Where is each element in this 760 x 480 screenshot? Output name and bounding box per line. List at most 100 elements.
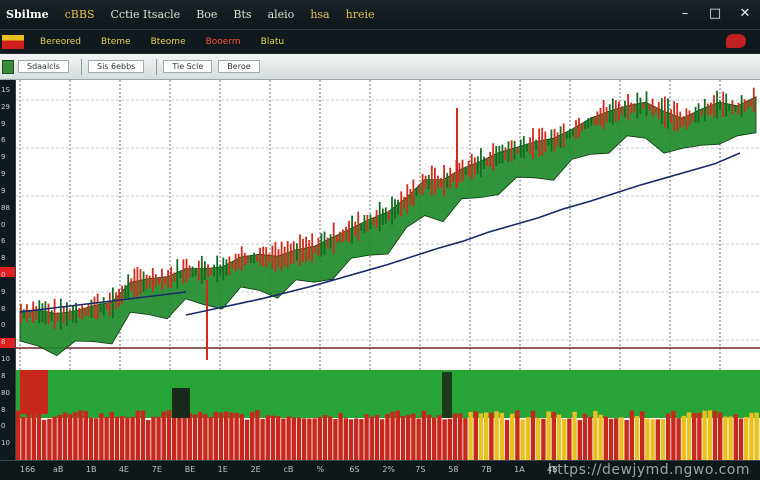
chart-color-swatch-icon[interactable]	[2, 34, 24, 49]
price-candle	[458, 162, 461, 183]
price-candle	[32, 301, 35, 323]
volume-bar	[577, 420, 582, 460]
price-candle	[372, 217, 375, 226]
time-tick-label: aB	[52, 465, 64, 474]
price-tick-label: 0	[1, 271, 6, 279]
price-candle	[145, 274, 148, 289]
toolbar-item-3[interactable]: Bteome	[141, 37, 196, 47]
price-candle	[397, 199, 399, 215]
volume-bar	[120, 416, 125, 460]
volume-band	[16, 370, 760, 418]
price-candle	[151, 268, 154, 292]
indicator-field[interactable]: Beroe	[218, 60, 260, 73]
price-candle	[148, 275, 151, 288]
price-candle	[231, 262, 234, 269]
price-candle	[694, 106, 697, 123]
title-bar: Sbilme cBBS Cctie Itsacle Boe Bts aleio …	[0, 0, 760, 30]
price-candle	[636, 92, 639, 119]
time-tick-label: 6S	[349, 465, 360, 474]
price-candle	[529, 137, 531, 155]
price-candle	[621, 106, 623, 116]
close-panel-icon[interactable]	[726, 34, 746, 48]
price-candle	[320, 233, 323, 257]
price-candle	[516, 147, 519, 154]
price-candle	[191, 266, 194, 277]
menu-item-6[interactable]: aleio	[260, 8, 303, 21]
menu-item-7[interactable]: hsa	[302, 8, 337, 21]
menu-item-8[interactable]: hreie	[338, 8, 383, 21]
volume-bar	[73, 412, 78, 460]
price-candle	[427, 175, 430, 190]
price-candle	[213, 264, 215, 277]
volume-bar	[359, 419, 364, 460]
price-tick-label: 80	[1, 388, 10, 397]
close-icon[interactable]: ✕	[738, 7, 752, 21]
volume-bar	[291, 417, 296, 460]
volume-bar	[338, 413, 343, 460]
price-candle	[302, 238, 304, 262]
period-field[interactable]: Sis 6ebbs	[87, 60, 145, 73]
volume-bar	[208, 417, 213, 460]
price-candle	[731, 100, 734, 115]
price-candle	[627, 94, 629, 121]
volume-bar	[603, 416, 608, 460]
price-candle	[326, 237, 329, 249]
toolbar-item-2[interactable]: Bteme	[91, 37, 141, 47]
price-candle	[259, 247, 261, 266]
price-candle	[197, 260, 200, 281]
price-candle	[498, 145, 501, 164]
volume-bar	[369, 416, 374, 460]
price-candle	[96, 293, 99, 320]
price-tick-label: 0	[1, 220, 6, 229]
price-tick-label: 10	[1, 439, 10, 448]
price-candle	[329, 234, 332, 249]
watermark-text: https://dewjymd.ngwo.com	[547, 462, 750, 478]
menu-item-2[interactable]: cBBS	[57, 8, 103, 21]
menu-item-file[interactable]: Sbilme	[0, 8, 57, 21]
volume-bar	[26, 411, 31, 460]
price-candle	[437, 175, 439, 189]
price-candle	[280, 241, 283, 271]
volume-bar	[666, 413, 671, 460]
toolbar-item-1[interactable]: Bereored	[30, 37, 91, 47]
price-candle	[685, 108, 688, 130]
volume-bar	[510, 413, 515, 460]
volume-bar	[296, 417, 302, 460]
volume-bar	[250, 412, 255, 460]
toolbar-item-4[interactable]: Booerm	[196, 37, 251, 47]
volume-bar	[229, 412, 234, 460]
menu-item-5[interactable]: Bts	[225, 8, 259, 21]
volume-bar	[203, 414, 208, 460]
volume-bar	[499, 412, 504, 460]
price-candle	[384, 207, 387, 224]
symbol-icon[interactable]	[2, 59, 14, 74]
toolbar-item-5[interactable]: Blatu	[251, 37, 294, 47]
maximize-icon[interactable]: □	[708, 7, 722, 21]
price-candle	[170, 266, 173, 288]
price-chart[interactable]	[16, 80, 760, 460]
price-candle	[660, 98, 663, 125]
volume-bar	[536, 417, 541, 460]
menu-item-3[interactable]: Cctie Itsacle	[103, 8, 189, 21]
minimize-icon[interactable]: –	[678, 7, 692, 21]
price-candle	[424, 175, 427, 189]
menu-item-4[interactable]: Boe	[188, 8, 225, 21]
time-tick-label: 2E	[250, 465, 261, 474]
volume-bar	[265, 415, 270, 460]
price-candle	[121, 285, 123, 304]
volume-bar	[302, 418, 307, 460]
scale-field[interactable]: Tie Scle	[163, 60, 213, 73]
volume-bar	[364, 414, 369, 460]
volume-bar	[172, 412, 177, 460]
price-candle	[746, 100, 749, 109]
price-tick-label: 6	[1, 136, 6, 145]
price-candle	[507, 141, 510, 163]
volume-bar	[588, 416, 593, 460]
price-candle	[550, 129, 553, 152]
symbol-field[interactable]: Sdaalcls	[18, 60, 69, 73]
volume-bar	[437, 415, 442, 460]
price-candle	[332, 222, 335, 254]
price-candle	[722, 91, 725, 117]
price-candle	[179, 271, 182, 278]
volume-bar	[624, 420, 629, 460]
